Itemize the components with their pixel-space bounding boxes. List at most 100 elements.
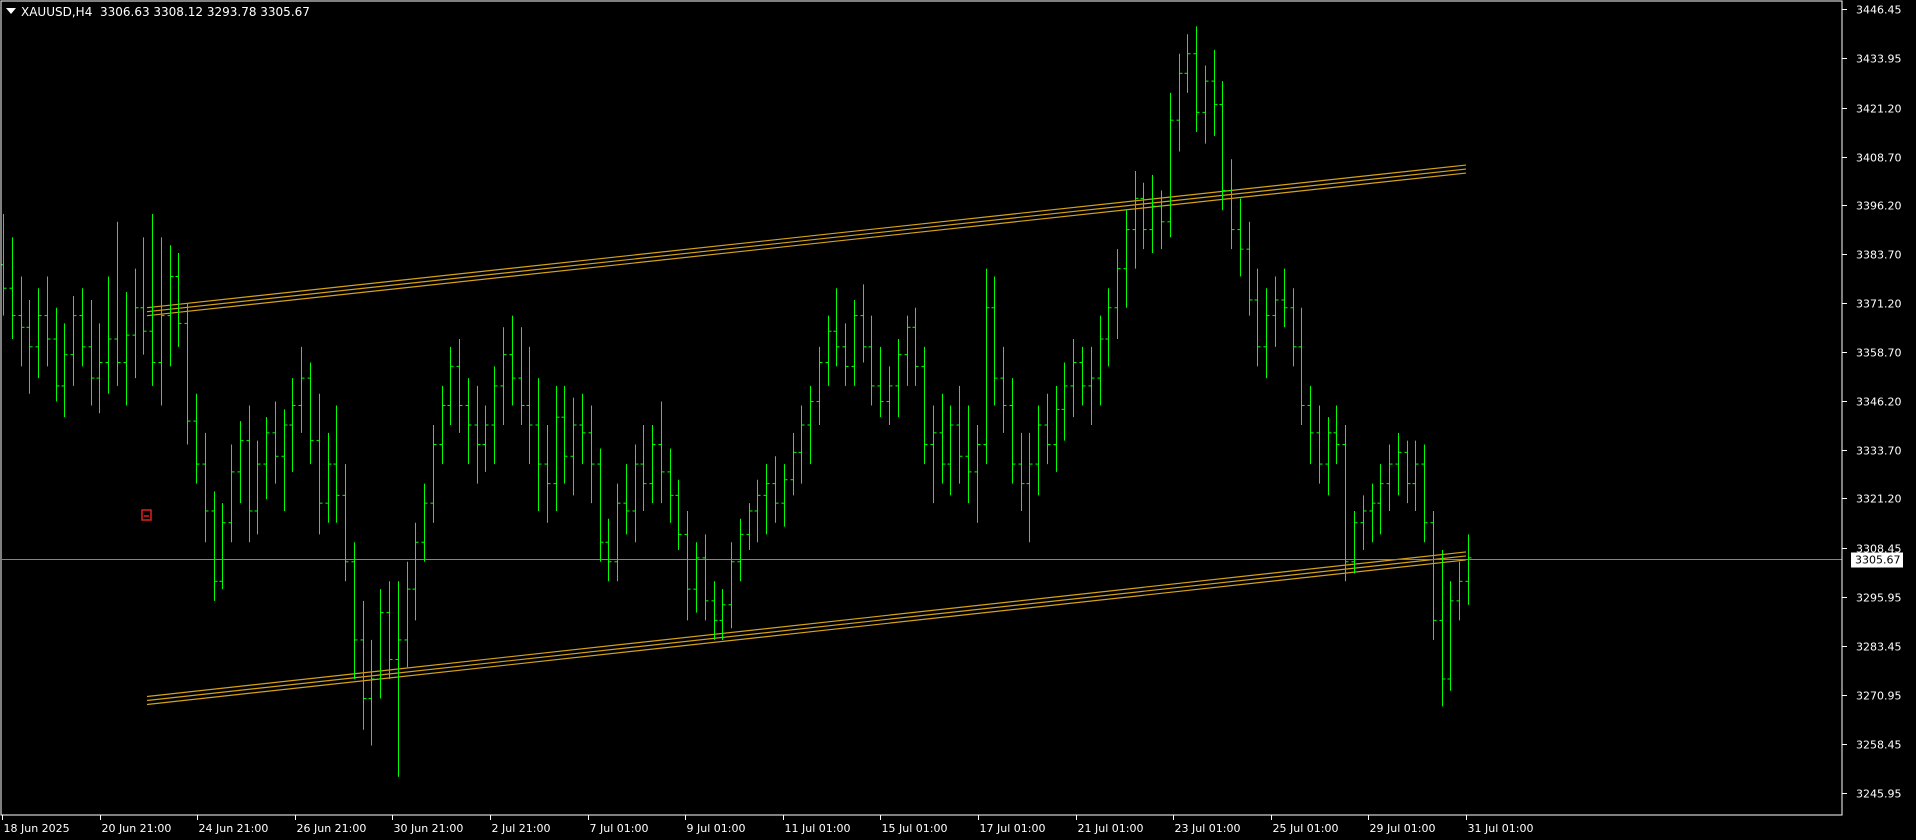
ohlc-bar: [1044, 393, 1051, 465]
x-tick-label: 30 Jun 21:00: [394, 822, 464, 835]
ohlc-bar: [386, 581, 393, 680]
x-tick-label: 9 Jul 01:00: [687, 822, 746, 835]
x-tick-label: 23 Jul 01:00: [1175, 822, 1241, 835]
ohlc-bar: [693, 542, 700, 613]
ohlc-bar: [886, 366, 893, 425]
ohlc-bar: [605, 518, 612, 582]
ohlc-bar: [1123, 210, 1130, 308]
ohlc-bar: [614, 483, 621, 582]
ohlc-bar: [219, 503, 226, 590]
ohlc-bar: [702, 534, 709, 621]
ohlc-bar: [684, 510, 691, 621]
ohlc-bar: [1412, 440, 1419, 511]
x-tick-label: 26 Jun 21:00: [297, 822, 367, 835]
ohlc-bar: [1263, 288, 1270, 379]
ohlc-bar: [667, 448, 674, 523]
ohlc-bar: [1097, 315, 1104, 406]
ohlc-bar: [1342, 424, 1349, 582]
alert-marker-icon[interactable]: [141, 509, 152, 521]
ohlc-bar: [737, 518, 744, 582]
ohlc-bar: [500, 327, 507, 425]
x-tick-label: 7 Jul 01:00: [590, 822, 649, 835]
ohlc-bar: [781, 464, 788, 527]
y-tick-label: 3383.70: [1856, 249, 1902, 262]
y-tick-label: 3346.20: [1856, 396, 1902, 409]
x-tick-label: 24 Jun 21:00: [199, 822, 269, 835]
ohlc-bar: [640, 424, 647, 511]
ohlc-bar: [1386, 444, 1393, 511]
x-tick-label: 15 Jul 01:00: [882, 822, 948, 835]
ohlc-bar: [1369, 483, 1376, 543]
ohlc-bar: [368, 639, 375, 746]
x-tick-label: 18 Jun 2025: [4, 822, 70, 835]
ohlc-bar: [18, 276, 25, 367]
y-tick-label: 3433.95: [1856, 53, 1902, 66]
ohlc-bar: [895, 339, 902, 418]
ohlc-bar: [939, 393, 946, 484]
ohlc-bar: [325, 432, 332, 523]
ohlc-bar: [1140, 182, 1147, 250]
ohlc-bar: [474, 385, 481, 484]
ohlc-bars: [0, 26, 1472, 777]
ohlc-bar: [342, 464, 349, 582]
ohlc-bar: [1070, 339, 1077, 418]
ohlc-bar: [518, 327, 525, 425]
ohlc-bar: [105, 276, 112, 394]
regression-channel[interactable]: [146, 164, 1467, 706]
ohlc-bar: [719, 589, 726, 640]
ohlc-bar: [333, 405, 340, 523]
symbol-label: XAUUSD,H4: [21, 5, 93, 19]
ohlc-bar: [404, 561, 411, 668]
y-tick-label: 3446.45: [1856, 4, 1902, 17]
ohlc-bar: [1430, 510, 1437, 640]
ohlc-bar: [763, 464, 770, 535]
ohlc-bar: [88, 299, 95, 406]
ohlc-bar: [79, 288, 86, 367]
channel-lower-line[interactable]: [146, 551, 1467, 706]
ohlc-bar: [851, 299, 858, 386]
ohlc-bar: [983, 268, 990, 465]
ohlc-bar: [1316, 405, 1323, 484]
ohlc-bar: [439, 385, 446, 465]
ohlc-bar: [254, 440, 261, 535]
ohlc-bar: [930, 405, 937, 504]
channel-upper-line[interactable]: [146, 164, 1467, 317]
ohlc-bar: [947, 405, 954, 496]
ohlc-bar: [1272, 276, 1279, 347]
ohlc-bar: [1228, 159, 1235, 250]
ohlc-bar: [1307, 385, 1314, 465]
ohlc-bar: [360, 600, 367, 730]
y-tick-label: 3358.70: [1856, 347, 1902, 360]
ohlc-bar: [860, 284, 867, 363]
ohlc-bar: [877, 346, 884, 418]
ohlc-bar: [491, 366, 498, 465]
ohlc-bar: [991, 276, 998, 406]
ohlc-bar: [623, 464, 630, 535]
ohlc-bar: [1158, 190, 1165, 250]
ohlc-bar: [1447, 581, 1454, 691]
ohlc-bar: [193, 393, 200, 484]
ohlc-bar: [1421, 444, 1428, 543]
ohlc-bar: [553, 385, 560, 511]
ohlc-bar: [1061, 362, 1068, 441]
ohlc-bar: [377, 589, 384, 699]
ohlc-bar: [1176, 53, 1183, 152]
price-axis[interactable]: 3446.45 3433.95 3421.20 3408.70 3396.20 3383.…: [1842, 4, 1902, 801]
ohlc-bar: [1026, 432, 1033, 543]
ohlc-bar: [35, 288, 42, 379]
dropdown-triangle-icon[interactable]: [6, 8, 16, 14]
ohlc-bar: [588, 405, 595, 504]
x-tick-label: 2 Jul 21:00: [492, 822, 551, 835]
price-chart[interactable]: 3446.45 3433.95 3421.20 3408.70 3396.20 3383.…: [0, 0, 1916, 840]
time-axis[interactable]: 18 Jun 2025 20 Jun 21:00 24 Jun 21:00 26 Ju…: [2, 815, 1534, 835]
ohlc-bar: [1053, 385, 1060, 472]
y-tick-label: 3396.20: [1856, 200, 1902, 213]
ohlc-bar: [746, 503, 753, 551]
ohlc-bar: [965, 405, 972, 504]
ohlc-bar: [1167, 92, 1174, 238]
ohlc-bar: [175, 253, 182, 347]
ohlc-bar: [1079, 346, 1086, 406]
ohlc-bar: [1281, 268, 1288, 328]
ohlc-bar: [412, 522, 419, 621]
x-tick-label: 20 Jun 21:00: [102, 822, 172, 835]
